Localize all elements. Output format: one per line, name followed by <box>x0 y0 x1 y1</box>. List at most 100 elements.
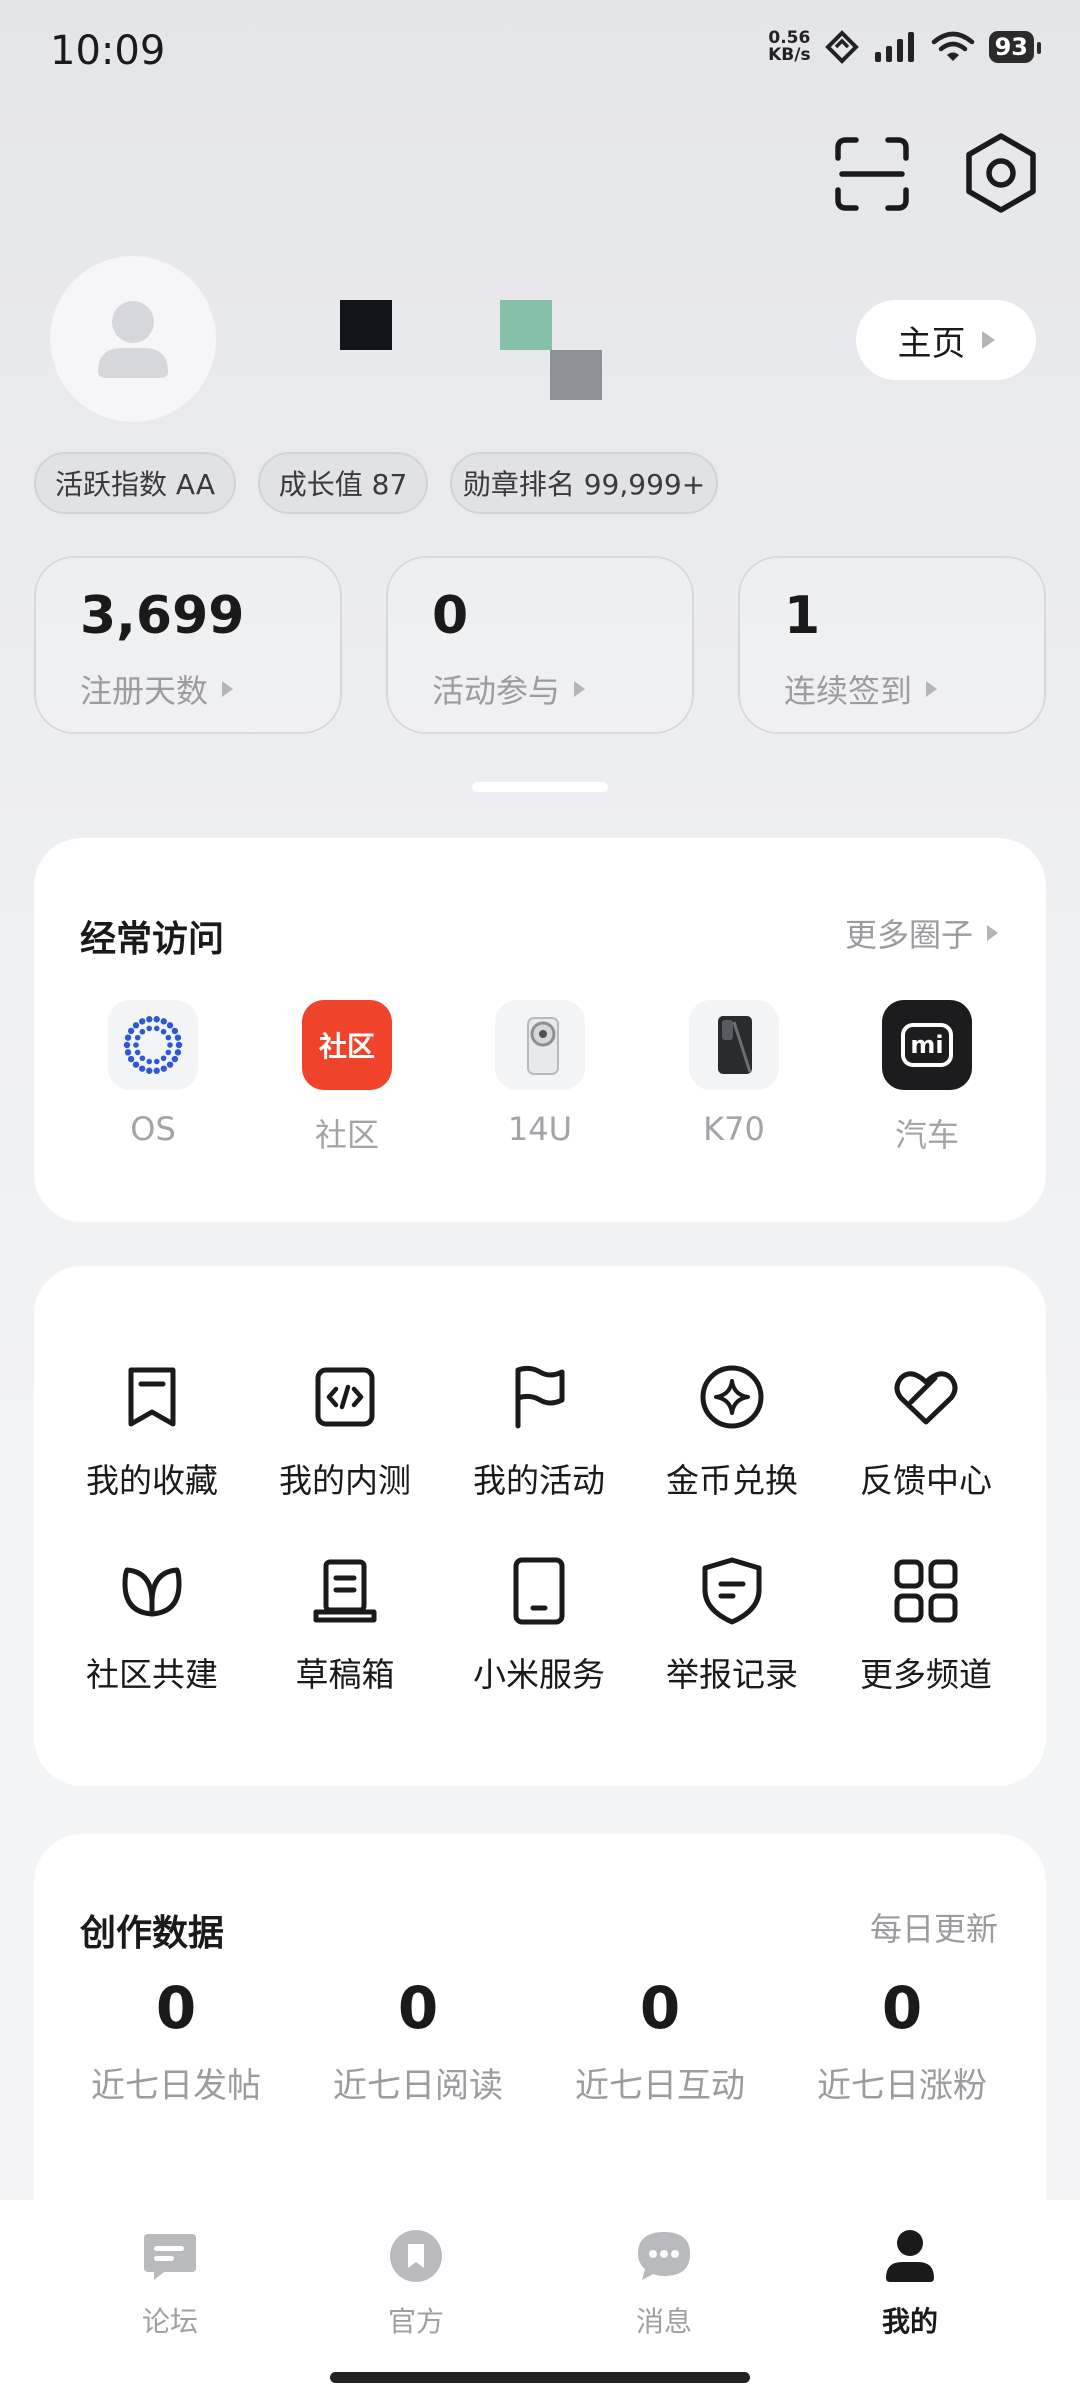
settings-button[interactable] <box>958 130 1044 216</box>
nav-messages[interactable]: 消息 <box>584 2226 744 2340</box>
tool-label: 我的内测 <box>279 1461 411 1500</box>
circle-item-14u[interactable]: 14U <box>470 1000 610 1148</box>
data-value: 0 <box>397 1974 439 2042</box>
arrow-right-icon <box>574 681 586 697</box>
username-placeholder <box>340 300 602 400</box>
circle-label: 14U <box>507 1110 573 1148</box>
growth-value-badge[interactable]: 成长值 87 <box>258 452 428 514</box>
tool-my-activities[interactable]: 我的活动 <box>444 1362 634 1502</box>
home-button-label: 主页 <box>897 323 966 364</box>
nav-label: 我的 <box>881 2305 938 2338</box>
scan-icon <box>835 137 909 211</box>
tools-card: 我的收藏 我的内测 我的活动 金币兑换 反馈中心 社区共建 草稿箱 小米服务 举… <box>34 1266 1046 1786</box>
mi-car-icon: mi <box>882 1000 972 1090</box>
tool-drafts[interactable]: 草稿箱 <box>250 1556 440 1696</box>
phone-k70-icon <box>689 1000 779 1090</box>
stat-card-checkin[interactable]: 1 连续签到 <box>738 556 1046 734</box>
circle-item-k70[interactable]: K70 <box>664 1000 804 1148</box>
nav-label: 论坛 <box>141 2305 198 2338</box>
tool-label: 社区共建 <box>86 1655 218 1694</box>
tool-label: 草稿箱 <box>295 1655 395 1694</box>
data-value: 0 <box>881 1974 923 2042</box>
tool-label: 小米服务 <box>473 1655 605 1694</box>
stat-label: 连续签到 <box>784 666 938 712</box>
tool-label: 更多频道 <box>860 1655 992 1694</box>
stat-label: 注册天数 <box>80 666 234 712</box>
bottom-nav: 论坛 官方 消息 我的 <box>0 2200 1080 2400</box>
activity-index-badge[interactable]: 活跃指数 AA <box>34 452 236 514</box>
tool-report-records[interactable]: 举报记录 <box>637 1556 827 1696</box>
tool-label: 我的收藏 <box>86 1461 218 1500</box>
data-saver-icon <box>824 30 859 64</box>
data-item-interactions[interactable]: 0 近七日互动 <box>540 1974 780 2107</box>
home-indicator[interactable] <box>330 2372 750 2383</box>
stat-card-activities[interactable]: 0 活动参与 <box>386 556 694 734</box>
scan-button[interactable] <box>832 134 912 214</box>
nav-official[interactable]: 官方 <box>336 2226 496 2340</box>
data-value: 0 <box>639 1974 681 2042</box>
coin-icon <box>700 1365 764 1429</box>
creation-data-card: 创作数据 每日更新 0 近七日发帖 0 近七日阅读 0 近七日互动 0 近七日涨… <box>34 1834 1046 2254</box>
drag-handle[interactable] <box>472 782 608 792</box>
stat-value: 0 <box>432 586 469 646</box>
stat-card-registration[interactable]: 3,699 注册天数 <box>34 556 342 734</box>
circle-item-community[interactable]: 社区 社区 <box>277 1000 417 1156</box>
drafts-icon <box>313 1559 377 1623</box>
tool-more-channels[interactable]: 更多频道 <box>831 1556 1021 1696</box>
nav-label: 消息 <box>635 2305 692 2338</box>
arrow-right-icon <box>222 681 234 697</box>
circle-label: 汽车 <box>894 1116 959 1154</box>
nav-forum[interactable]: 论坛 <box>90 2226 250 2340</box>
circle-label: 社区 <box>314 1116 379 1154</box>
flag-icon <box>515 1365 565 1429</box>
stat-value: 3,699 <box>80 586 245 646</box>
signal-icon <box>874 32 914 62</box>
status-icons: 0.56 KB/s 93 <box>768 30 1042 64</box>
data-label: 近七日发帖 <box>91 2066 261 2106</box>
avatar[interactable] <box>50 256 216 422</box>
net-speed: 0.56 KB/s <box>768 30 810 64</box>
frequent-visits-card: 经常访问 更多圈子 OS 社区 社区 14U K70 mi 汽车 <box>34 838 1046 1222</box>
circle-label: K70 <box>703 1110 765 1148</box>
tool-mi-service[interactable]: 小米服务 <box>444 1556 634 1696</box>
data-item-posts[interactable]: 0 近七日发帖 <box>56 1974 296 2107</box>
circle-item-car[interactable]: mi 汽车 <box>857 1000 997 1156</box>
tablet-icon <box>513 1557 565 1625</box>
arrow-right-icon <box>981 331 995 349</box>
wifi-icon <box>931 31 974 61</box>
stat-label: 活动参与 <box>432 666 586 712</box>
home-button[interactable]: 主页 <box>856 300 1036 380</box>
leaf-icon <box>122 1567 182 1617</box>
tool-feedback-center[interactable]: 反馈中心 <box>831 1362 1021 1502</box>
tool-coin-exchange[interactable]: 金币兑换 <box>637 1362 827 1502</box>
heart-icon <box>894 1371 958 1425</box>
nav-label: 官方 <box>387 2305 444 2338</box>
daily-update-note: 每日更新 <box>869 1910 998 1948</box>
frequent-visits-title: 经常访问 <box>80 919 225 960</box>
battery-indicator: 93 <box>988 31 1042 63</box>
shield-icon <box>702 1557 762 1625</box>
tool-label: 我的活动 <box>473 1461 605 1500</box>
settings-icon <box>966 133 1036 213</box>
official-icon <box>390 2230 442 2282</box>
community-icon: 社区 <box>302 1000 392 1090</box>
circle-item-os[interactable]: OS <box>83 1000 223 1148</box>
os-icon <box>108 1000 198 1090</box>
message-icon <box>638 2232 690 2280</box>
data-item-followers[interactable]: 0 近七日涨粉 <box>782 1974 1022 2107</box>
nav-mine[interactable]: 我的 <box>830 2226 990 2340</box>
profile-icon <box>886 2230 934 2282</box>
status-time: 10:09 <box>50 28 166 74</box>
circle-label: OS <box>130 1110 176 1148</box>
medal-rank-badge[interactable]: 勋章排名 99,999+ <box>450 452 718 514</box>
stat-value: 1 <box>784 586 821 646</box>
more-circles-link[interactable]: 更多圈子 <box>845 910 998 956</box>
data-item-reads[interactable]: 0 近七日阅读 <box>298 1974 538 2107</box>
phone-14u-icon <box>495 1000 585 1090</box>
tool-my-favorites[interactable]: 我的收藏 <box>57 1362 247 1502</box>
tool-my-beta[interactable]: 我的内测 <box>250 1362 440 1502</box>
bookmark-icon <box>128 1367 176 1427</box>
tool-community-build[interactable]: 社区共建 <box>57 1556 247 1696</box>
code-icon <box>315 1367 375 1427</box>
data-label: 近七日阅读 <box>333 2066 503 2106</box>
